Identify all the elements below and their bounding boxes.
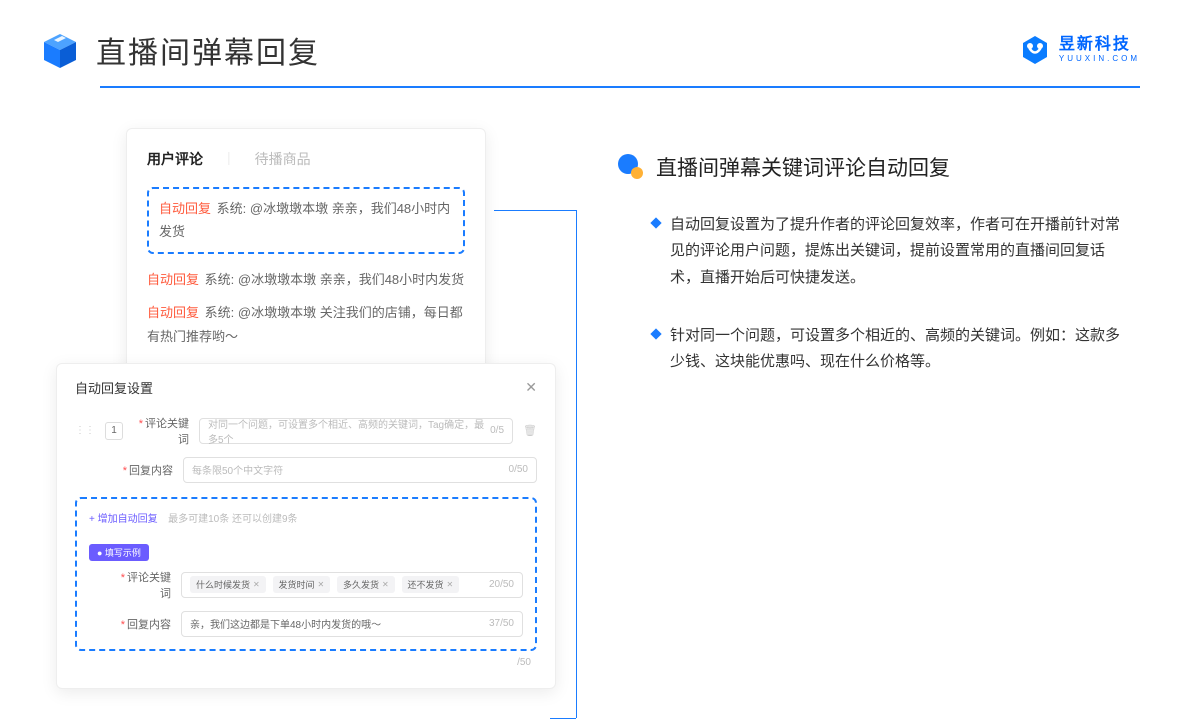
content-placeholder: 每条限50个中文字符 — [192, 462, 283, 477]
bullet-text: 针对同一个问题，可设置多个相近的、高频的关键词。例如：这款多少钱、这块能优惠吗、… — [670, 323, 1124, 376]
ex-keyword-label: *评论关键词 — [115, 569, 171, 601]
ex-keyword-input[interactable]: 什么时候发货✕ 发货时间✕ 多久发货✕ 还不发货✕ 20/50 — [181, 572, 523, 598]
logo-en: YUUXIN.COM — [1059, 55, 1140, 63]
bullet-item: 自动回复设置为了提升作者的评论回复效率，作者可在开播前针对常见的评论用户问题，提… — [616, 212, 1124, 291]
comment-row: 自动回复 系统: @冰墩墩本墩 关注我们的店铺，每日都有热门推荐哟～ — [147, 301, 465, 348]
settings-header: 自动回复设置 ✕ — [75, 378, 537, 397]
tag-remove-icon[interactable]: ✕ — [382, 580, 389, 589]
add-auto-reply-link[interactable]: + 增加自动回复 — [89, 510, 158, 525]
auto-reply-tag: 自动回复 — [147, 272, 199, 287]
tag-remove-icon[interactable]: ✕ — [318, 580, 325, 589]
drag-handle-icon[interactable]: ⋮⋮ — [75, 425, 95, 436]
auto-reply-settings-panel: 自动回复设置 ✕ ⋮⋮ 1 *评论关键词 对同一个问题，可设置多个相近、高频的关… — [56, 363, 556, 689]
system-label: 系统: — [217, 201, 247, 216]
highlighted-comment: 自动回复 系统: @冰墩墩本墩 亲亲，我们48小时内发货 — [147, 187, 465, 254]
page-title: 直播间弹幕回复 — [96, 28, 320, 72]
content-counter: 0/50 — [509, 464, 528, 475]
close-icon[interactable]: ✕ — [525, 379, 537, 396]
comment-text: @冰墩墩本墩 亲亲，我们48小时内发货 — [238, 272, 464, 287]
keyword-counter: 0/5 — [490, 425, 504, 436]
settings-title: 自动回复设置 — [75, 378, 153, 397]
bullet-item: 针对同一个问题，可设置多个相近的、高频的关键词。例如：这款多少钱、这块能优惠吗、… — [616, 323, 1124, 376]
tab-user-comments[interactable]: 用户评论 — [147, 149, 203, 169]
example-badge: ● 填写示例 — [89, 544, 149, 561]
ex-keyword-counter: 20/50 — [489, 579, 514, 590]
keyword-tag[interactable]: 发货时间✕ — [273, 576, 331, 593]
system-label: 系统: — [205, 305, 235, 320]
delete-icon[interactable]: 🗑 — [523, 424, 537, 437]
keyword-row: ⋮⋮ 1 *评论关键词 对同一个问题，可设置多个相近、高频的关键词，Tag确定，… — [75, 415, 537, 447]
logo-cn: 昱新科技 — [1059, 37, 1140, 53]
section-title: 直播间弹幕关键词评论自动回复 — [656, 152, 950, 182]
connector-line — [494, 210, 576, 211]
header-left: 直播间弹幕回复 — [40, 28, 320, 72]
diamond-bullet-icon — [650, 328, 661, 339]
comment-tabs: 用户评论 | 待播商品 — [147, 149, 465, 169]
ex-content-input[interactable]: 亲，我们这边都是下单48小时内发货的哦～ 37/50 — [181, 611, 523, 637]
auto-reply-tag: 自动回复 — [159, 201, 211, 216]
tag-remove-icon[interactable]: ✕ — [447, 580, 454, 589]
bullet-text: 自动回复设置为了提升作者的评论回复效率，作者可在开播前针对常见的评论用户问题，提… — [670, 212, 1124, 291]
system-label: 系统: — [205, 272, 235, 287]
keyword-placeholder: 对同一个问题，可设置多个相近、高频的关键词，Tag确定，最多5个 — [208, 416, 490, 446]
example-section: + 增加自动回复 最多可建10条 还可以创建9条 ● 填写示例 *评论关键词 什… — [75, 497, 537, 651]
chat-bubble-icon — [616, 153, 644, 181]
keyword-tag[interactable]: 多久发货✕ — [337, 576, 395, 593]
content-input[interactable]: 每条限50个中文字符 0/50 — [183, 457, 537, 483]
ex-content-value: 亲，我们这边都是下单48小时内发货的哦～ — [190, 616, 381, 631]
order-number: 1 — [105, 422, 123, 440]
example-content-row: *回复内容 亲，我们这边都是下单48小时内发货的哦～ 37/50 — [89, 611, 523, 637]
cube-icon — [40, 30, 80, 70]
keyword-label: *评论关键词 — [133, 415, 189, 447]
keyword-input[interactable]: 对同一个问题，可设置多个相近、高频的关键词，Tag确定，最多5个 0/5 — [199, 418, 513, 444]
ex-tags-container: 什么时候发货✕ 发货时间✕ 多久发货✕ 还不发货✕ — [190, 576, 463, 593]
ex-content-label: *回复内容 — [115, 616, 171, 632]
keyword-tag[interactable]: 还不发货✕ — [402, 576, 460, 593]
tab-divider: | — [227, 149, 231, 169]
content-row: *回复内容 每条限50个中文字符 0/50 — [75, 457, 537, 483]
add-row: + 增加自动回复 最多可建10条 还可以创建9条 — [89, 509, 523, 535]
example-keyword-row: *评论关键词 什么时候发货✕ 发货时间✕ 多久发货✕ 还不发货✕ 20/50 — [89, 569, 523, 601]
comments-panel: 用户评论 | 待播商品 自动回复 系统: @冰墩墩本墩 亲亲，我们48小时内发货… — [126, 128, 486, 379]
bottom-counter: /50 — [75, 657, 537, 668]
logo-mark-icon — [1019, 34, 1051, 66]
comment-row: 自动回复 系统: @冰墩墩本墩 亲亲，我们48小时内发货 — [159, 197, 453, 244]
left-column: 用户评论 | 待播商品 自动回复 系统: @冰墩墩本墩 亲亲，我们48小时内发货… — [56, 128, 576, 689]
page-header: 直播间弹幕回复 昱新科技 YUUXIN.COM — [0, 0, 1180, 72]
brand-logo: 昱新科技 YUUXIN.COM — [1019, 34, 1140, 66]
section-heading: 直播间弹幕关键词评论自动回复 — [616, 152, 1124, 182]
logo-text: 昱新科技 YUUXIN.COM — [1059, 37, 1140, 63]
connector-line — [576, 210, 577, 718]
auto-reply-tag: 自动回复 — [147, 305, 199, 320]
tab-pending-goods[interactable]: 待播商品 — [255, 149, 311, 169]
ex-content-counter: 37/50 — [489, 618, 514, 629]
tag-remove-icon[interactable]: ✕ — [253, 580, 260, 589]
comment-row: 自动回复 系统: @冰墩墩本墩 亲亲，我们48小时内发货 — [147, 268, 465, 291]
right-column: 直播间弹幕关键词评论自动回复 自动回复设置为了提升作者的评论回复效率，作者可在开… — [616, 128, 1124, 689]
add-hint: 最多可建10条 还可以创建9条 — [168, 514, 297, 525]
content-label: *回复内容 — [117, 462, 173, 478]
keyword-tag[interactable]: 什么时候发货✕ — [190, 576, 266, 593]
diamond-bullet-icon — [650, 217, 661, 228]
